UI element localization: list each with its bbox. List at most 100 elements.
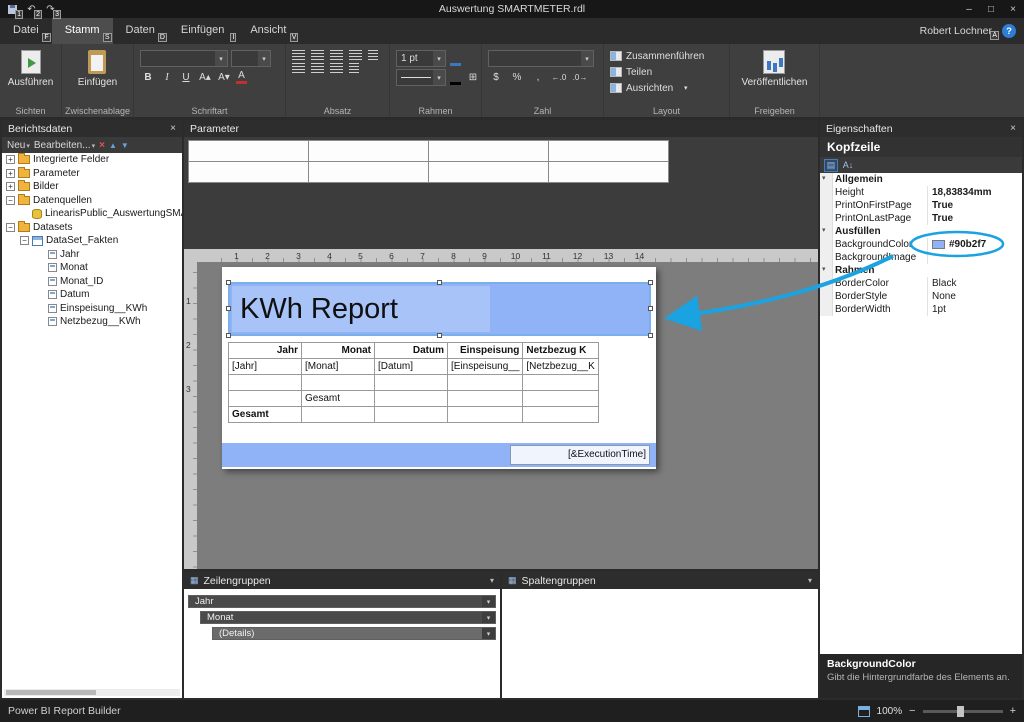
chevron-down-icon[interactable]: ▾ [808, 576, 812, 585]
tablix-cell[interactable] [446, 390, 524, 407]
property-row-bordercolor[interactable]: BorderColor Black [820, 277, 1022, 290]
expand-icon[interactable]: + [6, 182, 15, 192]
tree-item-parameter[interactable]: + Parameter [2, 166, 182, 181]
property-row-borderstyle[interactable]: BorderStyle None [820, 290, 1022, 303]
align-bottom-icon[interactable] [330, 63, 343, 74]
horizontal-scrollbar[interactable] [4, 689, 180, 696]
merge-button[interactable]: Zusammenführen [610, 48, 704, 64]
zoom-slider-thumb[interactable] [956, 705, 964, 717]
tablix-cell[interactable] [374, 390, 448, 407]
align-button[interactable]: Ausrichten ▾ [610, 80, 688, 96]
parameter-cell[interactable] [549, 162, 668, 182]
tablix-cell[interactable] [446, 374, 524, 391]
tablix-cell[interactable]: Netzbezug K [522, 342, 599, 359]
align-top-icon[interactable] [292, 63, 305, 74]
tree-item-datenquellen[interactable]: − Datenquellen [2, 193, 182, 208]
edit-button[interactable]: Bearbeiten...▾ [34, 140, 95, 151]
tab-ansicht[interactable]: Ansicht V [237, 18, 299, 44]
chevron-down-icon[interactable]: ▾ [482, 596, 495, 607]
increase-decimal-button[interactable]: ←.0 [551, 69, 567, 85]
indent-icon[interactable] [349, 63, 359, 74]
parameter-cell[interactable] [309, 162, 428, 182]
currency-button[interactable]: $ [488, 69, 504, 85]
percent-button[interactable]: % [509, 69, 525, 85]
row-group-jahr[interactable]: Jahr ▾ [188, 595, 496, 608]
parameter-cell[interactable] [309, 141, 428, 161]
close-icon[interactable]: × [170, 123, 176, 134]
tablix-cell[interactable]: Einspeisung [446, 342, 524, 359]
selection-handle[interactable] [436, 333, 442, 338]
run-button[interactable]: Ausführen [4, 48, 58, 90]
user-name[interactable]: Robert Lochner A [920, 25, 999, 40]
tablix-cell[interactable] [228, 374, 302, 391]
parameter-cell[interactable] [189, 162, 308, 182]
report-header-textbox[interactable]: KWh Report [226, 280, 653, 338]
fill-color-button[interactable] [449, 52, 462, 66]
font-color-button[interactable]: A [235, 70, 248, 84]
chevron-down-icon[interactable]: ▾ [482, 612, 495, 623]
close-button[interactable]: × [1002, 0, 1024, 18]
tree-item-datasets[interactable]: − Datasets [2, 220, 182, 235]
property-row-borderwidth[interactable]: BorderWidth 1pt [820, 303, 1022, 316]
align-left-icon[interactable] [292, 50, 305, 61]
borders-grid-icon[interactable]: ⊞ [465, 70, 481, 86]
tablix-cell[interactable]: Monat [301, 342, 375, 359]
tablix-cell[interactable] [374, 374, 448, 391]
italic-button[interactable]: I [159, 69, 175, 85]
tree-item-dataset-fakten[interactable]: − DataSet_Fakten [2, 234, 182, 248]
delete-button[interactable]: × [99, 140, 105, 151]
tablix-cell[interactable]: Datum [374, 342, 448, 359]
selection-handle[interactable] [226, 333, 231, 338]
bold-button[interactable]: B [140, 69, 156, 85]
parameter-cell[interactable] [549, 141, 668, 161]
help-icon[interactable]: ? [1002, 24, 1016, 38]
property-row-printonlastpage[interactable]: PrintOnLastPage True [820, 212, 1022, 225]
tablix-cell[interactable] [228, 390, 302, 407]
maximize-button[interactable]: □ [980, 0, 1002, 18]
tablix[interactable]: Jahr Monat Datum Einspeisung Netzbezug K… [228, 342, 599, 423]
tablix-cell[interactable]: [Netzbezug__K [522, 358, 599, 375]
selection-handle[interactable] [648, 306, 653, 311]
minimize-button[interactable]: – [958, 0, 980, 18]
justify-icon[interactable] [349, 50, 362, 61]
alphabetical-view-button[interactable]: A↓ [841, 159, 855, 172]
report-page[interactable]: KWh Report Jahr Monat Datum Einspeisung [222, 267, 656, 469]
tree-item-field-netzbezug[interactable]: Netzbezug__KWh [2, 315, 182, 329]
title-textbox[interactable]: KWh Report [232, 286, 490, 332]
tree-item-datasource[interactable]: LinearisPublic_AuswertungSMARTME [2, 207, 182, 221]
move-down-icon[interactable]: ▼ [121, 141, 129, 150]
font-name-select[interactable]: ▾ [140, 50, 228, 67]
bullet-list-icon[interactable] [368, 50, 378, 61]
tablix-cell[interactable]: [Monat] [301, 358, 375, 375]
grow-font-button[interactable]: A▴ [197, 69, 213, 85]
underline-button[interactable]: U [178, 69, 194, 85]
shrink-font-button[interactable]: A▾ [216, 69, 232, 85]
tablix-cell[interactable]: [Datum] [374, 358, 448, 375]
align-right-icon[interactable] [330, 50, 343, 61]
property-row-backgroundcolor[interactable]: BackgroundColor #90b2f7 [820, 238, 1022, 251]
scrollbar-thumb[interactable] [6, 690, 96, 695]
parameter-cell[interactable] [429, 162, 548, 182]
new-button[interactable]: Neu▾ [7, 140, 30, 151]
parameter-cell[interactable] [189, 141, 308, 161]
tablix-cell[interactable]: Gesamt [228, 406, 302, 423]
collapse-icon[interactable]: − [20, 236, 29, 246]
selection-handle[interactable] [648, 280, 653, 285]
chevron-down-icon[interactable]: ▾ [490, 576, 494, 585]
selection-handle[interactable] [226, 280, 231, 285]
expand-icon[interactable]: + [6, 155, 15, 165]
property-category[interactable]: ▾ Rahmen [820, 264, 1022, 277]
tablix-cell[interactable] [374, 406, 448, 423]
tablix-cell[interactable]: [Jahr] [228, 358, 302, 375]
font-size-select[interactable]: ▾ [231, 50, 271, 67]
execution-time-textbox[interactable]: [&ExecutionTime] [510, 445, 650, 465]
zoom-slider[interactable] [922, 705, 1003, 717]
design-view-icon[interactable] [857, 705, 870, 717]
property-row-height[interactable]: Height 18,83834mm [820, 186, 1022, 199]
expand-icon[interactable]: + [6, 168, 15, 178]
tablix-cell[interactable] [446, 406, 524, 423]
tree-item-integrierte-felder[interactable]: + Integrierte Felder [2, 153, 182, 167]
split-button[interactable]: Teilen [610, 64, 652, 80]
tablix-cell[interactable]: Gesamt [301, 390, 375, 407]
border-style-select[interactable]: ▾ [396, 69, 446, 86]
